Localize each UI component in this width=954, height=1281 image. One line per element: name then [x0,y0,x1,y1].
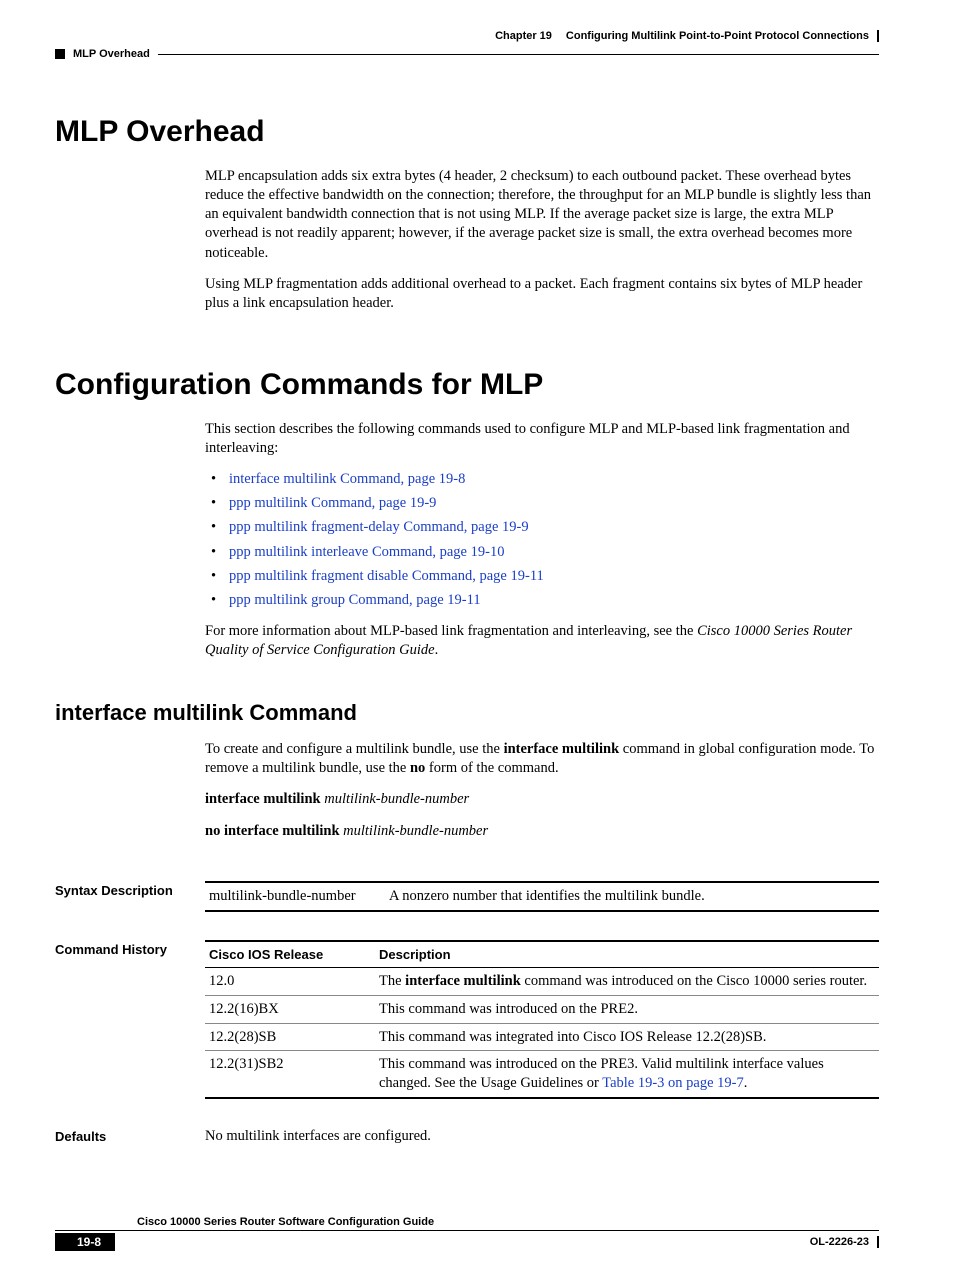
syntax2-arg: multilink-bundle-number [343,823,488,839]
chapter-label: Chapter 19 [495,30,552,42]
label-command-history: Command History [55,940,205,957]
syntax-text: A nonzero number that identifies the mul… [385,882,879,911]
para-s2-intro: This section describes the following com… [205,420,879,458]
cell-desc: This command was introduced on the PRE3.… [375,1051,879,1098]
cell-desc: The interface multilink command was intr… [375,967,879,995]
s3-p1-b2: no [410,760,425,776]
s3-p1-pre: To create and configure a multilink bund… [205,741,504,757]
link-ppp-multilink-group[interactable]: ppp multilink group Command, page 19-11 [229,592,481,608]
defaults-row: Defaults No multilink interfaces are con… [55,1127,879,1146]
d0-pre: The [379,973,405,989]
col-release: Cisco IOS Release [205,941,375,968]
footer-divider [55,1230,879,1231]
table-row: 12.2(31)SB2 This command was introduced … [205,1051,879,1098]
d0-b: interface multilink [405,973,521,989]
table-row: 12.2(28)SB This command was integrated i… [205,1023,879,1051]
s3-p1-post: form of the command. [425,760,558,776]
outro-post: . [435,642,439,658]
header-rule-icon [158,54,879,55]
syntax-line-1: interface multilink multilink-bundle-num… [205,790,879,809]
cell-release: 12.2(31)SB2 [205,1051,375,1098]
defaults-text: No multilink interfaces are configured. [205,1127,879,1146]
label-defaults: Defaults [55,1127,205,1144]
heading-mlp-overhead: MLP Overhead [55,115,879,149]
link-ppp-multilink[interactable]: ppp multilink Command, page 19-9 [229,495,436,511]
para-s3-1: To create and configure a multilink bund… [205,740,879,778]
s3-p1-b1: interface multilink [504,741,620,757]
syntax-param: multilink-bundle-number [205,882,385,911]
cell-release: 12.2(16)BX [205,995,375,1023]
cell-desc: This command was integrated into Cisco I… [375,1023,879,1051]
para-s1-1: MLP encapsulation adds six extra bytes (… [205,167,879,263]
doc-id: OL-2226-23 [810,1236,879,1248]
cell-release: 12.2(28)SB [205,1023,375,1051]
table-row: 12.0 The interface multilink command was… [205,967,879,995]
col-description: Description [375,941,879,968]
table-row: 12.2(16)BX This command was introduced o… [205,995,879,1023]
command-link-list: interface multilink Command, page 19-8 p… [205,470,879,610]
footer-guide-title: Cisco 10000 Series Router Software Confi… [55,1216,434,1228]
chapter-title: Configuring Multilink Point-to-Point Pro… [566,30,879,42]
label-syntax-description: Syntax Description [55,881,205,898]
para-s2-outro: For more information about MLP-based lin… [205,622,879,660]
d0-post: command was introduced on the Cisco 1000… [521,973,867,989]
running-section-label: MLP Overhead [73,48,150,60]
link-interface-multilink[interactable]: interface multilink Command, page 19-8 [229,471,465,487]
d3-tail: . [744,1075,748,1091]
command-history-table: Cisco IOS Release Description 12.0 The i… [205,940,879,1099]
link-ppp-multilink-interleave[interactable]: ppp multilink interleave Command, page 1… [229,544,504,560]
syntax-description-row: Syntax Description multilink-bundle-numb… [55,881,879,912]
header-box-icon [55,49,65,59]
heading-config-commands: Configuration Commands for MLP [55,368,879,402]
cell-desc: This command was introduced on the PRE2. [375,995,879,1023]
page-header: Chapter 19 Configuring Multilink Point-t… [55,30,879,42]
cell-release: 12.0 [205,967,375,995]
running-head-row: MLP Overhead [55,48,879,60]
link-ppp-multilink-fragment-disable[interactable]: ppp multilink fragment disable Command, … [229,568,544,584]
syntax-table: multilink-bundle-number A nonzero number… [205,881,879,912]
page-number-badge: 19-8 [55,1233,115,1251]
page-footer: Cisco 10000 Series Router Software Confi… [55,1216,879,1251]
para-s1-2: Using MLP fragmentation adds additional … [205,275,879,313]
syntax-line-2: no interface multilink multilink-bundle-… [205,822,879,841]
outro-pre: For more information about MLP-based lin… [205,623,697,639]
heading-interface-multilink: interface multilink Command [55,700,879,726]
link-table-19-3[interactable]: Table 19-3 on page 19-7 [602,1075,744,1091]
syntax2-cmd: no interface multilink [205,823,340,839]
syntax1-cmd: interface multilink [205,791,321,807]
syntax1-arg: multilink-bundle-number [324,791,469,807]
command-history-row: Command History Cisco IOS Release Descri… [55,940,879,1099]
link-ppp-multilink-fragment-delay[interactable]: ppp multilink fragment-delay Command, pa… [229,519,529,535]
